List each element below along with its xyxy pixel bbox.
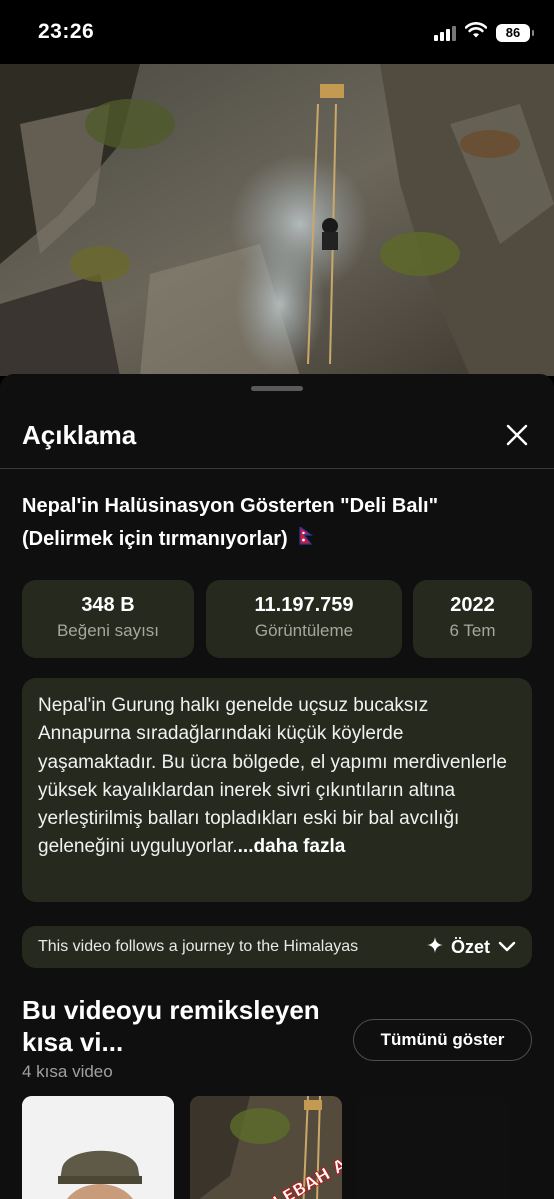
short-thumbnail-3[interactable] [358, 1096, 510, 1199]
video-title: Nepal'in Halüsinasyon Gösterten "Deli Ba… [22, 490, 522, 556]
more-link[interactable]: ...daha fazla [238, 836, 346, 857]
sheet-title: Açıklama [22, 420, 137, 450]
stat-likes-value: 348 B [81, 594, 135, 616]
stat-date-year: 2022 [450, 594, 495, 616]
battery-icon: 86 [496, 23, 534, 42]
stat-date: 2022 6 Tem [413, 580, 532, 658]
chevron-down-icon [498, 937, 516, 958]
stat-likes-label: Beğeni sayısı [56, 621, 160, 640]
drag-handle[interactable] [251, 386, 303, 391]
video-player[interactable] [0, 64, 554, 376]
video-title-text: Nepal'in Halüsinasyon Gösterten "Deli Ba… [22, 495, 439, 550]
stat-likes: 348 B Beğeni sayısı [22, 580, 194, 658]
shorts-section-title: Bu videoyu remiksleyen kısa vi... [22, 995, 320, 1057]
video-frame [0, 64, 554, 376]
stat-views-value: 11.197.759 [254, 594, 354, 616]
close-icon[interactable] [500, 418, 534, 452]
nepal-flag-icon [299, 523, 314, 556]
summary-button[interactable]: Özet [426, 936, 516, 958]
stat-date-day: 6 Tem [449, 621, 496, 640]
short-thumbnail-2[interactable]: EPUL LEBAH AR BIASA [190, 1096, 342, 1199]
ai-summary-text: This video follows a journey to the Hima… [38, 938, 359, 955]
stat-views: 11.197.759 Görüntüleme [206, 580, 402, 658]
sparkle-icon [426, 936, 443, 958]
stat-views-label: Görüntüleme [254, 621, 354, 640]
status-icons: 86 [434, 22, 534, 43]
description-text: Nepal'in Gurung halkı genelde uçsuz buca… [38, 695, 507, 858]
ai-summary-row[interactable]: This video follows a journey to the Hima… [22, 926, 532, 968]
divider [0, 468, 554, 469]
short-1-image [22, 1096, 174, 1199]
description-sheet: Açıklama Nepal'in Halüsinasyon Gösterten… [0, 374, 554, 1199]
short-2-image: EPUL LEBAH AR BIASA [190, 1096, 342, 1199]
status-bar: 23:26 86 [0, 0, 554, 64]
signal-icon [434, 25, 456, 41]
show-all-button[interactable]: Tümünü göster [353, 1019, 532, 1061]
shorts-count: 4 kısa video [22, 1062, 113, 1081]
description-box[interactable]: Nepal'in Gurung halkı genelde uçsuz buca… [22, 678, 532, 902]
summary-label: Özet [450, 936, 490, 957]
short-thumbnail-1[interactable] [22, 1096, 174, 1199]
status-time: 23:26 [38, 20, 95, 43]
wifi-icon [464, 22, 488, 43]
